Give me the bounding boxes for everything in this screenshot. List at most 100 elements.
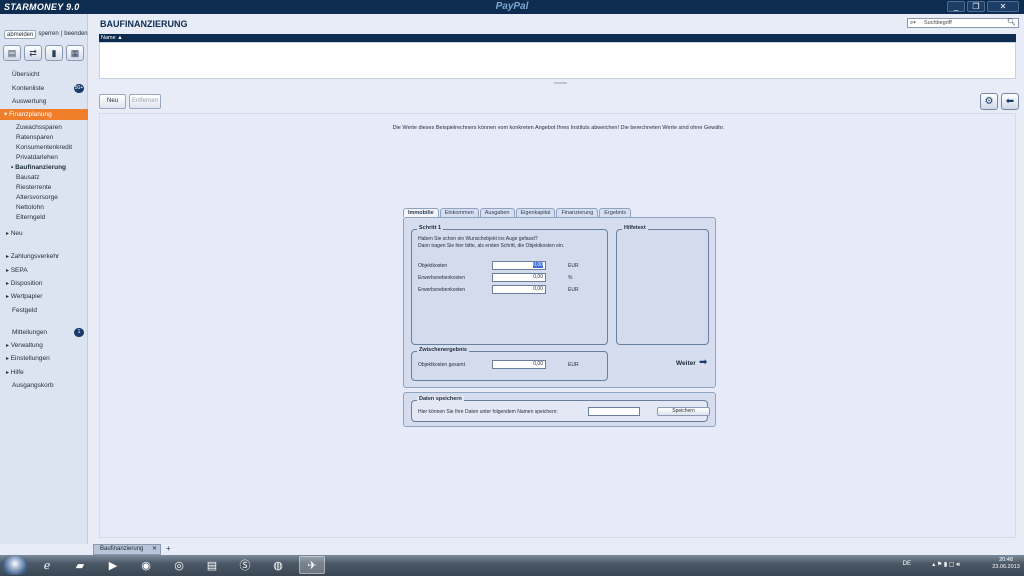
search-scope-icon[interactable]: ⌕▾ (910, 19, 916, 27)
close-tab-icon[interactable]: ✕ (152, 545, 157, 554)
nav-wertpapier[interactable]: Wertpapier (0, 291, 88, 302)
settings-gear-icon[interactable]: ⚙ (980, 93, 998, 110)
starmoney-task-icon[interactable]: ✈ (299, 556, 325, 574)
save-group: Daten speichern Hier können Sie Ihre Dat… (411, 396, 710, 422)
quick-icons: ▤ ⇄ ▮ ▦ (3, 45, 84, 61)
table-body[interactable] (99, 42, 1016, 79)
tab-immobilie[interactable]: Immobilie (403, 208, 439, 217)
erwerbsnebenkosten-pct-unit: % (568, 275, 573, 281)
sub-ratensparen[interactable]: Ratensparen (16, 133, 53, 143)
nav-festgeld[interactable]: Festgeld (0, 305, 88, 316)
erwerbsnebenkosten-eur-input[interactable]: 0,00 (492, 285, 546, 294)
sub-elterngeld[interactable]: Elterngeld (16, 213, 45, 223)
objektkosten-value: 0,00 (533, 262, 543, 268)
calculator-content: Die Werte dieses Beispielrechners können… (99, 113, 1016, 538)
page-title: BAUFINANZIERUNG (100, 19, 188, 29)
step1-group: Schritt 1 Haben Sie schon ein Wunschobje… (411, 225, 608, 345)
nav-finanzplanung[interactable]: ▾ Finanzplanung (0, 109, 88, 120)
app-icon-2[interactable]: ◎ (167, 556, 191, 574)
splitter-handle[interactable]: ═══ (554, 81, 567, 87)
app-icon-1[interactable]: ◉ (134, 556, 158, 574)
sperren-link[interactable]: sperren (38, 30, 58, 39)
sub-zuwachssparen[interactable]: Zuwachssparen (16, 123, 62, 133)
tab-ergebnis[interactable]: Ergebnis (599, 208, 631, 217)
doc-tab-baufinanzierung[interactable]: Baufinanzierung ✕ (93, 544, 161, 555)
nav-finanzplanung-label: Finanzplanung (9, 111, 52, 118)
firefox-icon[interactable]: ◍ (266, 556, 290, 574)
chart-icon[interactable]: ▮ (45, 45, 63, 61)
calculator-icon[interactable]: ▦ (66, 45, 84, 61)
hilfetext-group: Hilfetext (616, 225, 709, 345)
neu-button[interactable]: Neu (99, 94, 126, 109)
nav-kontenliste-label: Kontenliste (12, 85, 45, 92)
sub-nettolohn[interactable]: Nettolohn (16, 203, 44, 213)
tray-icons[interactable]: ▴ ⚑ ▮ ▢ 🔊︎ (932, 561, 960, 569)
disclaimer-text: Die Werte dieses Beispielrechners können… (392, 125, 725, 131)
nav-mitteilungen[interactable]: Mitteilungen 1 (0, 327, 88, 338)
nav-einstellungen[interactable]: Einstellungen (0, 353, 88, 364)
objektkosten-gesamt-value: 0,00 (492, 360, 546, 369)
zwischenergebnis-title: Zwischenergebnis (417, 347, 469, 353)
minimize-button[interactable]: _ (947, 1, 965, 12)
close-button[interactable]: ✕ (987, 1, 1019, 12)
nav-verwaltung[interactable]: Verwaltung (0, 340, 88, 351)
sub-baufinanzierung[interactable]: • Baufinanzierung (11, 163, 66, 173)
nav-disposition[interactable]: Disposition (0, 278, 88, 289)
step1-text-1: Haben Sie schon ein Wunschobjekt ins Aug… (418, 236, 538, 242)
tab-finanzierung[interactable]: Finanzierung (556, 208, 599, 217)
nav-uebersicht[interactable]: Übersicht (0, 69, 88, 80)
sub-altersvorsorge[interactable]: Altersvorsorge (16, 193, 58, 203)
sub-baufinanzierung-label: Baufinanzierung (15, 164, 67, 171)
nav-auswertung[interactable]: Auswertung (0, 96, 88, 107)
sub-riesterrente[interactable]: Riesterrente (16, 183, 51, 193)
app-icon-3[interactable]: Ⓢ (233, 556, 257, 574)
erwerbsnebenkosten-pct-input[interactable]: 0,00 (492, 273, 546, 282)
save-name-input[interactable] (588, 407, 640, 416)
table-header-name[interactable]: Name ▲ (99, 34, 1016, 42)
nav-hilfe[interactable]: Hilfe (0, 367, 88, 378)
objektkosten-label: Objektkosten (418, 263, 448, 269)
language-indicator[interactable]: DE (903, 561, 911, 567)
nav-sepa[interactable]: SEPA (0, 265, 88, 276)
nav-mitteilungen-label: Mitteilungen (12, 329, 48, 336)
speichern-button[interactable]: Speichern (657, 407, 710, 416)
nav-neu[interactable]: Neu (0, 228, 88, 239)
entfernen-button[interactable]: Entfernen (129, 94, 161, 109)
clock-time: 20:48 (999, 557, 1013, 563)
notepad-icon[interactable]: ▤ (200, 556, 224, 574)
start-button[interactable] (2, 556, 28, 575)
search-box[interactable]: ⌕▾ Suchbegriff 🔍︎ (907, 18, 1019, 28)
mitteilungen-count-badge: 1 (74, 328, 84, 337)
immobilie-panel: Schritt 1 Haben Sie schon ein Wunschobje… (403, 217, 716, 388)
nav-zahlungsverkehr[interactable]: Zahlungsverkehr (0, 251, 88, 262)
add-tab-icon[interactable]: + (166, 544, 171, 554)
abmelden-button[interactable]: abmelden (4, 30, 37, 39)
tab-ausgaben[interactable]: Ausgaben (479, 208, 515, 217)
media-player-icon[interactable]: ▶ (101, 556, 125, 574)
objektkosten-input[interactable]: 0,00 (492, 261, 546, 270)
clock[interactable]: 20:48 23.06.2013 (990, 557, 1022, 571)
back-arrow-icon[interactable]: ⬅ (1001, 93, 1019, 110)
zwischenergebnis-group: Zwischenergebnis Objektkosten gesamt 0,0… (411, 347, 608, 381)
tab-einkommen[interactable]: Einkommen (439, 208, 479, 217)
ie-icon[interactable]: ℯ (35, 556, 59, 574)
weiter-arrow-icon[interactable]: ➡ (699, 358, 709, 368)
explorer-icon[interactable]: ▰ (68, 556, 92, 574)
sub-bausatz[interactable]: Bausatz (16, 173, 40, 183)
accounts-icon[interactable]: ▤ (3, 45, 21, 61)
main-area: BAUFINANZIERUNG ⌕▾ Suchbegriff 🔍︎ Name ▲… (89, 14, 1024, 544)
search-input[interactable]: Suchbegriff (924, 19, 952, 27)
erwerbsnebenkosten-eur-unit: EUR (568, 287, 579, 293)
nav-ausgangskorb[interactable]: Ausgangskorb (0, 380, 88, 391)
beenden-link[interactable]: beenden (64, 30, 87, 39)
transfer-icon[interactable]: ⇄ (24, 45, 42, 61)
tab-eigenkapital[interactable]: Eigenkapital (515, 208, 556, 217)
search-icon[interactable]: 🔍︎ (1007, 19, 1016, 27)
sub-konsumentenkredit[interactable]: Konsumentenkredit (16, 143, 72, 153)
restore-button[interactable]: ❐ (967, 1, 985, 12)
nav-kontenliste[interactable]: Kontenliste 50+ (0, 83, 88, 94)
hilfetext-title: Hilfetext (622, 225, 648, 231)
weiter-button[interactable]: Weiter (676, 360, 696, 367)
kontenliste-count-badge: 50+ (74, 84, 84, 93)
sub-privatdarlehen[interactable]: Privatdarlehen (16, 153, 58, 163)
